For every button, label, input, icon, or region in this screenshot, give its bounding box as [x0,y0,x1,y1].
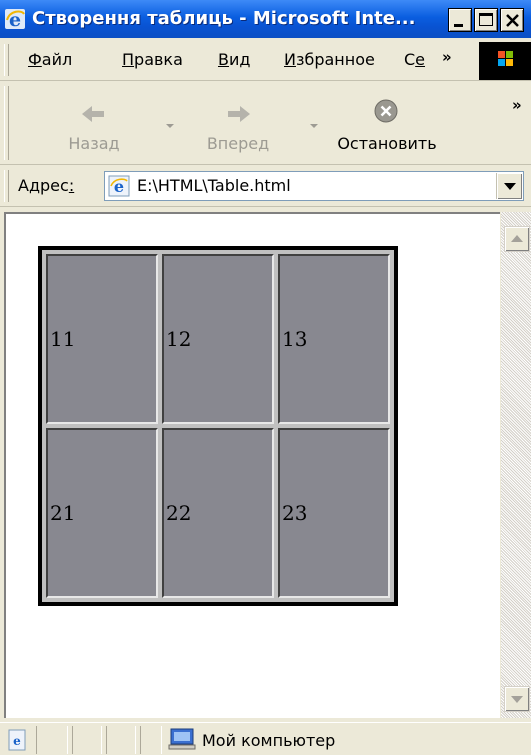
table-cell: 13 [278,254,390,424]
back-label: Назад [68,134,120,153]
menu-more-chevron[interactable]: » [442,48,452,66]
page-status-icon: e [8,729,26,751]
toolbar-grip[interactable] [4,86,9,160]
windows-logo [479,42,531,80]
table-row: 11 12 13 [46,254,390,424]
table-cell: 22 [162,428,274,598]
maximize-icon [479,13,493,26]
vertical-scrollbar[interactable] [500,212,531,718]
menu-favorites-rest: збранное [295,50,375,69]
menu-service-accel: е [415,50,426,69]
scroll-down-button[interactable] [504,686,530,712]
back-arrow-icon [82,106,104,122]
windows-flag-icon [498,51,513,66]
title-bar[interactable]: e Створення таблиць - Microsoft Inte... [0,0,531,38]
page-content: 11 12 13 21 22 23 [4,212,500,718]
close-icon [506,14,519,27]
menu-favorites-accel: И [284,50,296,69]
address-input[interactable]: e E:\HTML\Table.html [104,171,524,201]
computer-icon [168,728,196,750]
address-label: Адрес: [18,176,75,195]
page-icon: e [108,175,130,197]
forward-dropdown-arrow[interactable] [310,124,318,128]
address-grip[interactable] [4,170,9,202]
scroll-up-button[interactable] [504,226,530,252]
menu-favorites[interactable]: Избранное [284,50,375,69]
forward-arrow-icon [228,106,250,122]
forward-label: Вперед [206,134,270,153]
toolbar-more-chevron[interactable]: » [512,96,522,114]
zone-label: Мой компьютер [202,731,336,750]
table-cell: 12 [162,254,274,424]
menu-file[interactable]: Файл [28,50,72,69]
menu-grip[interactable] [4,44,9,76]
stop-label: Остановить [337,134,437,153]
stop-button[interactable]: Остановить [322,82,452,162]
minimize-button[interactable] [448,8,472,32]
menu-service[interactable]: Се [404,50,425,69]
menu-edit[interactable]: Правка [122,50,183,69]
window-title: Створення таблиць - Microsoft Inte... [32,8,416,29]
address-value: E:\HTML\Table.html [137,176,291,195]
forward-button[interactable]: Вперед [188,82,288,162]
back-button[interactable]: Назад [44,82,144,162]
toolbar: Назад Вперед Остановить » [0,82,531,165]
address-bar: Адрес: e E:\HTML\Table.html [0,166,531,207]
maximize-button[interactable] [474,8,498,32]
table-row: 21 22 23 [46,428,390,598]
menu-view-rest: ид [228,50,251,69]
table-cell: 23 [278,428,390,598]
menu-view-accel: В [218,50,229,69]
minimize-icon [454,24,463,27]
table-cell: 11 [46,254,158,424]
menu-view[interactable]: Вид [218,50,250,69]
menu-file-rest: айл [41,50,73,69]
address-label-text: Адрес [18,176,69,195]
menu-bar: Файл Правка Вид Избранное Се » [0,40,531,81]
status-panel [36,726,68,754]
address-dropdown-button[interactable] [496,173,522,199]
table-cell: 21 [46,428,158,598]
status-bar: e Мой компьютер [0,722,531,755]
status-panel [140,726,162,754]
demo-table: 11 12 13 21 22 23 [38,246,398,606]
menu-edit-rest: равка [134,50,183,69]
stop-icon [374,99,398,123]
ie-icon: e [5,9,25,30]
back-dropdown-arrow[interactable] [166,124,174,128]
close-button[interactable] [500,8,524,32]
status-panel [72,726,102,754]
menu-file-accel: Ф [28,50,42,69]
svg-text:e: e [13,734,21,748]
menu-edit-accel: П [122,50,135,69]
status-panel [106,726,136,754]
